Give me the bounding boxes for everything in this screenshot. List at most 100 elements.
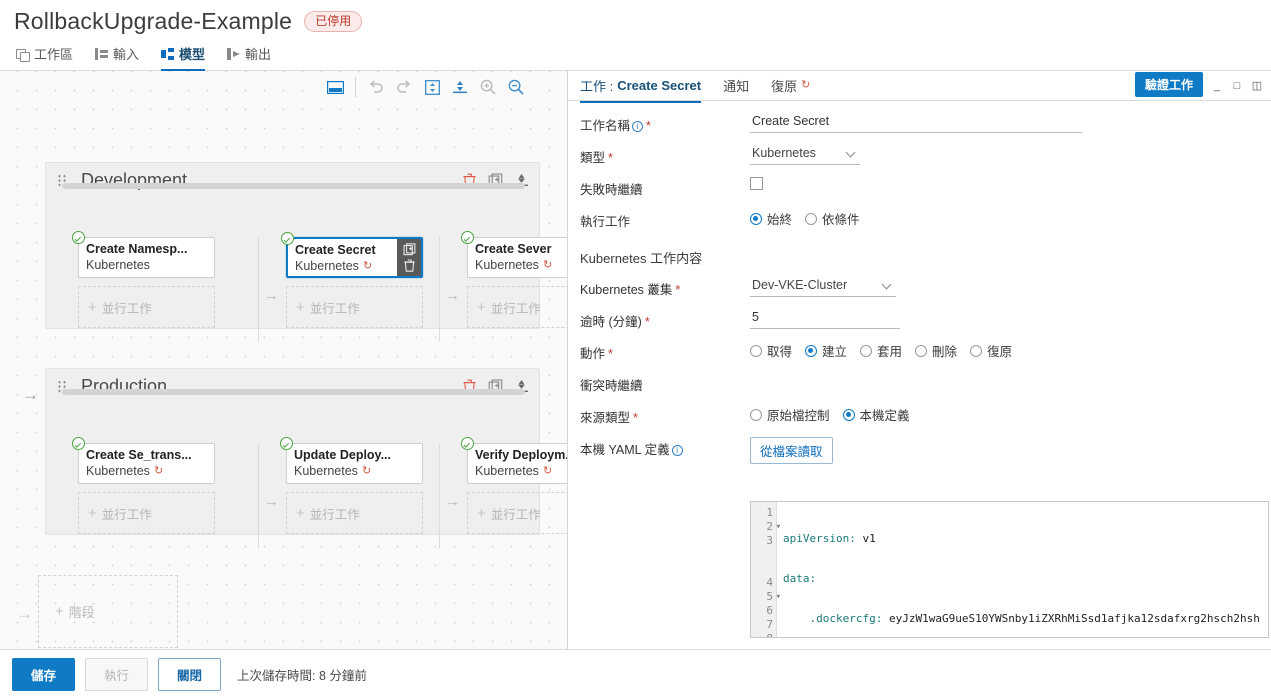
radio-label: 原始檔控制 [767, 409, 830, 423]
field-label: 逾時 (分鐘) * [580, 309, 750, 330]
main-tabbar: 工作區 輸入 模型 輸出 [14, 44, 1257, 71]
required-marker: * [608, 347, 613, 361]
close-button[interactable]: 關閉 [158, 658, 222, 691]
cluster-select-wrap: Dev-VKE-Cluster [750, 277, 896, 297]
radio-dot [750, 344, 762, 357]
delete-icon[interactable] [403, 259, 416, 272]
zoom-out-icon[interactable] [503, 75, 529, 99]
node-create-sever[interactable]: Create Sever Kubernetes ↻ [461, 231, 567, 278]
continue-on-fail-checkbox[interactable] [750, 177, 763, 190]
plus-icon: + [477, 298, 486, 316]
tab-workspace-label: 工作區 [34, 47, 74, 62]
tab-rollback[interactable]: 復原 ↻ [771, 76, 810, 103]
plus-icon: + [88, 298, 97, 316]
undo-icon[interactable] [363, 75, 389, 99]
action-label: 動作 [580, 347, 606, 361]
action-radio-rollback[interactable]: 復原 [970, 341, 1012, 360]
stage-development[interactable]: Development Create Namesp... Kubernetes … [45, 162, 567, 342]
output-icon [227, 47, 241, 60]
tab-workspace[interactable]: 工作區 [16, 44, 73, 71]
yaml-code-editor[interactable]: 1 2▾ 3 4 5▾ 6 7 8 apiVersion: v1 data: .… [750, 501, 1269, 638]
tab-job-prefix: 工作 : [580, 79, 614, 94]
action-radio-get[interactable]: 取得 [750, 341, 792, 360]
plus-icon: + [55, 603, 64, 620]
add-parallel-task[interactable]: + 並行工作 [467, 492, 567, 534]
add-parallel-task[interactable]: + 並行工作 [78, 492, 215, 534]
status-check-icon [461, 437, 474, 450]
timeout-input[interactable] [750, 309, 900, 329]
footer-actionbar: 儲存 執行 關閉 上次儲存時間: 8 分鐘前 [0, 649, 1271, 699]
info-icon[interactable]: i [632, 121, 644, 132]
stage-scrollbar[interactable] [62, 389, 525, 395]
node-subtitle: Kubernetes ↻ [294, 464, 415, 478]
info-icon[interactable]: i [671, 445, 683, 456]
line-number-text: 4 [766, 576, 773, 589]
read-from-file-button[interactable]: 從檔案讀取 [750, 437, 833, 464]
stage-column: Verify Deploym... Kubernetes ↻ + 並行工作 [461, 437, 568, 534]
execute-job-radio-conditional[interactable]: 依條件 [805, 209, 860, 228]
title-row: RollbackUpgrade-Example 已停用 [14, 8, 1257, 35]
add-parallel-task[interactable]: + 並行工作 [286, 286, 423, 328]
tab-input[interactable]: 輸入 [95, 44, 139, 71]
tab-notification-label: 通知 [723, 79, 750, 94]
validate-job-button[interactable]: 驗證工作 [1134, 72, 1203, 97]
run-button[interactable]: 執行 [85, 658, 149, 691]
job-name-label: 工作名稱 [580, 119, 631, 133]
tab-job[interactable]: 工作 : Create Secret [580, 76, 702, 103]
radio-dot [842, 408, 855, 421]
line-number [751, 562, 773, 576]
source-type-radio-scm[interactable]: 原始檔控制 [750, 405, 830, 424]
minimize-icon[interactable]: _ [1211, 78, 1223, 92]
pipeline-canvas[interactable]: Development Create Namesp... Kubernetes … [0, 71, 568, 668]
action-radio-create[interactable]: 建立 [805, 341, 847, 360]
node-create-namespace[interactable]: Create Namesp... Kubernetes [72, 231, 215, 278]
node-update-deployment[interactable]: Update Deploy... Kubernetes ↻ [280, 437, 423, 484]
field-label: 執行工作 [580, 215, 631, 229]
add-parallel-task[interactable]: + 並行工作 [467, 286, 567, 328]
stage-production[interactable]: Production Create Se_trans... Kubernetes… [45, 368, 567, 548]
dock-icon[interactable]: ◫ [1251, 78, 1263, 92]
node-type-label: Kubernetes [86, 464, 150, 478]
cluster-select[interactable]: Dev-VKE-Cluster [750, 277, 896, 297]
rollback-icon: ↻ [362, 259, 373, 272]
node-create-se-trans[interactable]: Create Se_trans... Kubernetes ↻ [72, 437, 215, 484]
add-stage-button[interactable]: + 階段 [38, 575, 178, 648]
add-parallel-task[interactable]: + 並行工作 [78, 286, 215, 328]
node-title: Create Sever [475, 242, 552, 256]
redo-icon[interactable] [391, 75, 417, 99]
node-verify-deployment[interactable]: Verify Deploym... Kubernetes ↻ [461, 437, 568, 484]
zoom-in-icon[interactable] [475, 75, 501, 99]
source-type-label: 來源類型 [580, 411, 631, 425]
save-button[interactable]: 儲存 [12, 658, 76, 691]
timeout-label: 逾時 (分鐘) [580, 315, 642, 329]
expand-all-icon[interactable] [419, 75, 445, 99]
editor-code-area[interactable]: apiVersion: v1 data: .dockercfg: eyJzW1w… [777, 502, 1268, 637]
radio-label: 依條件 [822, 213, 860, 227]
node-create-secret[interactable]: Create Secret Kubernetes ↻ [281, 232, 423, 278]
action-radio-delete[interactable]: 刪除 [915, 341, 957, 360]
stage-header: Development [46, 163, 539, 197]
tab-model[interactable]: 模型 [161, 44, 206, 71]
add-stage-arrow-icon: → [16, 604, 33, 623]
fit-view-icon[interactable] [322, 75, 348, 99]
tab-output[interactable]: 輸出 [227, 44, 271, 71]
source-type-radio-local[interactable]: 本機定義 [842, 405, 910, 424]
execute-job-radio-always[interactable]: 始終 [750, 209, 792, 228]
action-radio-apply[interactable]: 套用 [860, 341, 902, 360]
collapse-all-icon[interactable] [447, 75, 473, 99]
field-execute-job: 執行工作 始終 依條件 [580, 209, 1271, 230]
maximize-icon[interactable]: □ [1231, 78, 1243, 92]
flow-arrow-icon: → [445, 287, 460, 304]
duplicate-icon[interactable] [403, 243, 416, 256]
job-name-input[interactable] [750, 113, 1082, 133]
stage-scrollbar[interactable] [62, 183, 525, 189]
node-title: Verify Deploym... [475, 448, 568, 462]
code-line: data: [783, 572, 1268, 586]
radio-label: 始終 [767, 213, 793, 227]
tab-notification[interactable]: 通知 [723, 76, 749, 103]
add-parallel-task[interactable]: + 並行工作 [286, 492, 423, 534]
rollback-icon: ↻ [153, 464, 164, 477]
type-select[interactable]: Kubernetes [750, 145, 860, 165]
radio-dot [805, 344, 818, 357]
status-badge: 已停用 [304, 11, 363, 32]
